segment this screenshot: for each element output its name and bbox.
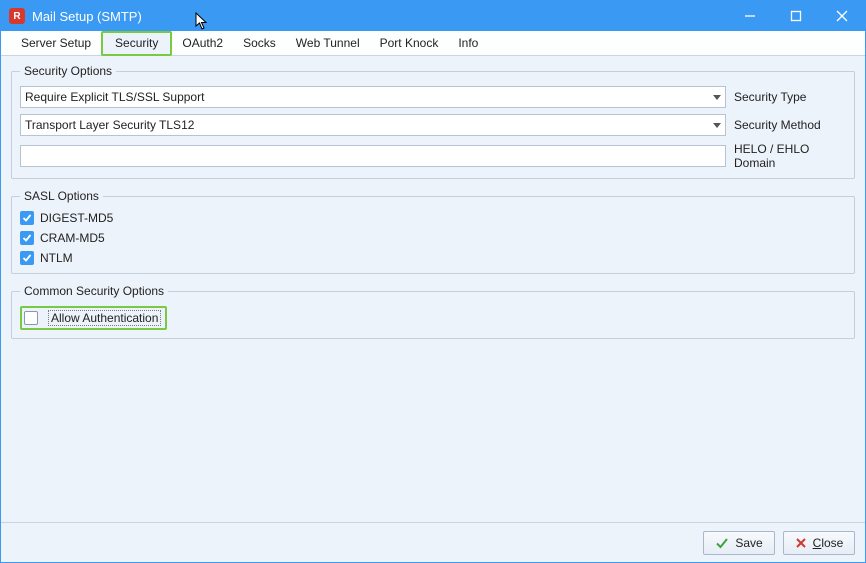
checkbox-label: DIGEST-MD5	[40, 211, 113, 225]
checkbox-label: NTLM	[40, 251, 73, 265]
checkbox-allow-authentication[interactable]	[24, 311, 38, 325]
checkbox-label: Allow Authentication	[51, 311, 158, 325]
titlebar: R Mail Setup (SMTP)	[1, 1, 865, 31]
maximize-button[interactable]	[773, 1, 819, 31]
group-sasl-options: SASL Options DIGEST-MD5 CRAM-MD5 NTLM	[11, 189, 855, 274]
group-legend: SASL Options	[20, 189, 103, 203]
checkbox-digest-md5[interactable]	[20, 211, 34, 225]
chevron-down-icon	[713, 95, 721, 100]
check-icon	[22, 233, 32, 243]
chevron-down-icon	[713, 123, 721, 128]
tab-security[interactable]: Security	[101, 31, 172, 56]
checkbox-ntlm[interactable]	[20, 251, 34, 265]
group-legend: Security Options	[20, 64, 116, 78]
tab-oauth2[interactable]: OAuth2	[172, 32, 233, 55]
security-method-select[interactable]: Transport Layer Security TLS12	[20, 114, 726, 136]
check-icon	[22, 253, 32, 263]
tab-content: Security Options Require Explicit TLS/SS…	[1, 56, 865, 522]
checkbox-label: CRAM-MD5	[40, 231, 105, 245]
security-method-value: Transport Layer Security TLS12	[25, 118, 194, 132]
window: R Mail Setup (SMTP) Server Setup Securit…	[0, 0, 866, 563]
window-title: Mail Setup (SMTP)	[32, 9, 142, 24]
save-button[interactable]: Save	[703, 531, 775, 555]
helo-domain-label: HELO / EHLO Domain	[726, 142, 846, 170]
tab-server-setup[interactable]: Server Setup	[11, 32, 101, 55]
group-security-options: Security Options Require Explicit TLS/SS…	[11, 64, 855, 179]
security-type-label: Security Type	[726, 90, 846, 104]
close-icon	[795, 537, 807, 549]
checkbox-cram-md5[interactable]	[20, 231, 34, 245]
tab-web-tunnel[interactable]: Web Tunnel	[286, 32, 370, 55]
check-icon	[22, 213, 32, 223]
highlight-allow-authentication: Allow Authentication	[20, 306, 167, 330]
close-button[interactable]: Close	[783, 531, 855, 555]
focus-rect: Allow Authentication	[48, 310, 161, 326]
security-type-value: Require Explicit TLS/SSL Support	[25, 90, 204, 104]
group-common-security-options: Common Security Options Allow Authentica…	[11, 284, 855, 339]
tab-port-knock[interactable]: Port Knock	[370, 32, 449, 55]
dialog-footer: Save Close	[1, 522, 865, 562]
tab-info[interactable]: Info	[448, 32, 488, 55]
button-label: Close	[813, 536, 844, 550]
security-type-select[interactable]: Require Explicit TLS/SSL Support	[20, 86, 726, 108]
tab-socks[interactable]: Socks	[233, 32, 286, 55]
group-legend: Common Security Options	[20, 284, 168, 298]
app-icon: R	[9, 8, 25, 24]
close-window-button[interactable]	[819, 1, 865, 31]
security-method-label: Security Method	[726, 118, 846, 132]
minimize-button[interactable]	[727, 1, 773, 31]
button-label: Save	[735, 536, 762, 550]
tab-bar: Server Setup Security OAuth2 Socks Web T…	[1, 31, 865, 56]
check-icon	[715, 536, 729, 550]
helo-domain-input[interactable]	[20, 145, 726, 167]
